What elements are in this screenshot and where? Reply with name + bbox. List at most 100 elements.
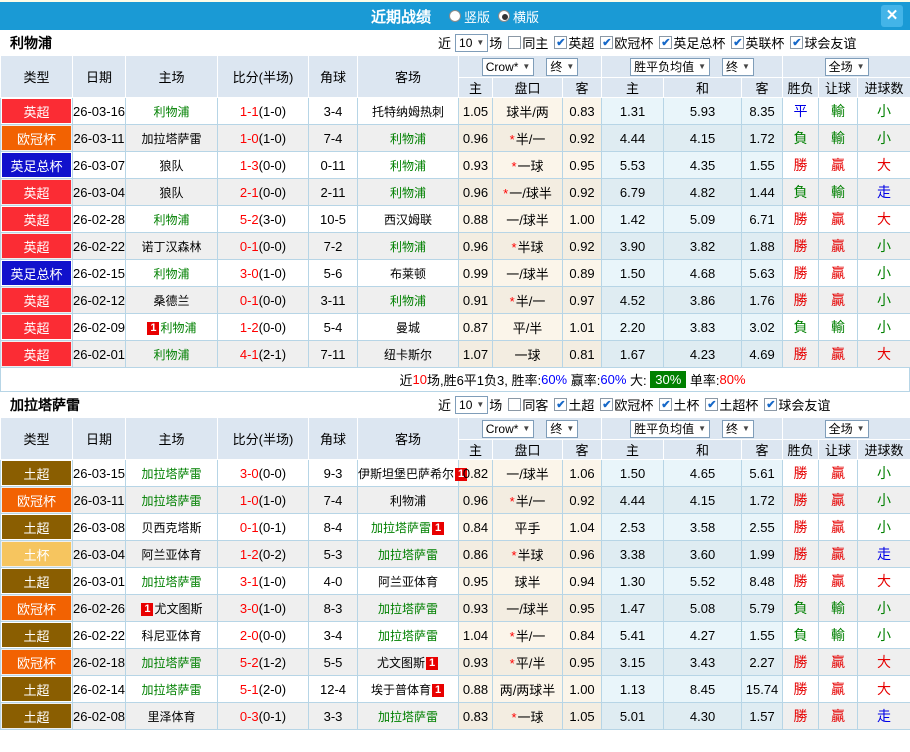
date-cell: 26-02-09	[73, 314, 126, 341]
euro-draw-odds-cell: 4.68	[664, 260, 742, 287]
fulltime-score: 3-0	[240, 266, 259, 281]
crown-away-odds-cell: 0.92	[563, 125, 602, 152]
same-venue-checkbox[interactable]	[508, 36, 521, 49]
winlose-result-cell: 負	[783, 125, 819, 152]
league-checkbox[interactable]	[659, 36, 672, 49]
handicap-result-cell: 贏	[819, 568, 858, 595]
euro-away-odds-cell: 1.55	[742, 152, 783, 179]
match-row: 欧冠杯26-03-11加拉塔萨雷1-0(1-0)7-4利物浦0.96*半/一0.…	[1, 125, 910, 152]
home-team-cell: 利物浦	[126, 260, 218, 287]
euro-away-odds-cell: 1.72	[742, 125, 783, 152]
winlose-result-cell: 勝	[783, 233, 819, 260]
home-team-cell: 利物浦	[126, 341, 218, 368]
col-home: 主场	[126, 56, 218, 98]
crown-home-odds-cell: 0.93	[459, 595, 493, 622]
fulltime-score: 0-1	[240, 239, 259, 254]
league-cell: 英足总杯	[1, 152, 73, 179]
odds-company-select[interactable]: Crow*▼	[482, 58, 535, 76]
handicap-result-cell: 贏	[819, 206, 858, 233]
euro-home-odds-cell: 3.38	[602, 541, 664, 568]
match-count-select[interactable]: 10▼	[455, 34, 488, 52]
handicap-cell: 一/球半	[493, 206, 563, 233]
goals-result-cell: 大	[858, 206, 910, 233]
corner-cell: 7-11	[309, 341, 358, 368]
fulltime-select[interactable]: 全场▼	[825, 420, 869, 438]
col-goals: 进球数	[858, 440, 910, 460]
handicap-cell: 平手	[493, 514, 563, 541]
same-venue-checkbox[interactable]	[508, 398, 521, 411]
euro-home-odds-cell: 6.79	[602, 179, 664, 206]
handicap-result-cell: 贏	[819, 514, 858, 541]
team-label: 桑德兰	[153, 294, 189, 308]
fulltime-select[interactable]: 全场▼	[825, 58, 869, 76]
goals-result-cell: 小	[858, 287, 910, 314]
league-checkbox[interactable]	[554, 36, 567, 49]
league-label: 球会友谊	[804, 33, 856, 52]
corner-cell: 8-3	[309, 595, 358, 622]
match-row: 英超26-02-28利物浦5-2(3-0)10-5西汉姆联0.88一/球半1.0…	[1, 206, 910, 233]
odds-final-select[interactable]: 终▼	[546, 58, 578, 76]
team-name: 利物浦	[10, 33, 52, 53]
euro-home-odds-cell: 3.15	[602, 649, 664, 676]
vertical-layout-radio[interactable]	[449, 10, 461, 22]
league-checkbox[interactable]	[764, 398, 777, 411]
match-row: 土超26-03-15加拉塔萨雷3-0(0-0)9-3伊斯坦堡巴萨希尔10.82一…	[1, 460, 910, 487]
away-team-cell: 利物浦	[358, 125, 459, 152]
recent-matches-table: 类型 日期 主场 比分(半场) 角球 客场 Crow*▼ 终▼ 胜平负均值▼ 终…	[0, 55, 910, 368]
corner-cell: 3-4	[309, 98, 358, 125]
league-checkbox[interactable]	[790, 36, 803, 49]
euro-draw-odds-cell: 4.30	[664, 703, 742, 730]
halftime-score: (1-0)	[259, 266, 286, 281]
league-checkbox[interactable]	[600, 398, 613, 411]
euro-final-select[interactable]: 终▼	[722, 58, 754, 76]
euro-home-odds-cell: 2.20	[602, 314, 664, 341]
league-checkbox[interactable]	[554, 398, 567, 411]
match-count-select[interactable]: 10▼	[455, 396, 488, 414]
euro-away-odds-cell: 8.35	[742, 98, 783, 125]
handicap-cell: *一/球半	[493, 179, 563, 206]
league-checkbox[interactable]	[600, 36, 613, 49]
league-cell: 土杯	[1, 541, 73, 568]
winlose-result-cell: 勝	[783, 287, 819, 314]
euro-draw-odds-cell: 5.52	[664, 568, 742, 595]
handicap-cell: *半/一	[493, 125, 563, 152]
chevron-down-icon: ▼	[522, 424, 530, 433]
league-checkbox[interactable]	[659, 398, 672, 411]
asterisk-icon: *	[511, 548, 516, 563]
crown-home-odds-cell: 0.99	[459, 260, 493, 287]
away-team-cell: 埃于普体育1	[358, 676, 459, 703]
date-cell: 26-02-01	[73, 341, 126, 368]
league-checkbox[interactable]	[705, 398, 718, 411]
date-cell: 26-03-11	[73, 487, 126, 514]
euro-away-odds-cell: 1.76	[742, 287, 783, 314]
league-checkbox[interactable]	[731, 36, 744, 49]
odds-final-select[interactable]: 终▼	[546, 420, 578, 438]
euro-odds-select[interactable]: 胜平负均值▼	[630, 420, 710, 438]
goals-result-cell: 小	[858, 233, 910, 260]
goals-result-cell: 走	[858, 703, 910, 730]
euro-odds-select[interactable]: 胜平负均值▼	[630, 58, 710, 76]
euro-home-odds-cell: 1.50	[602, 460, 664, 487]
halftime-score: (0-0)	[259, 239, 286, 254]
score-cell: 2-1(0-0)	[218, 179, 309, 206]
odds-company-select[interactable]: Crow*▼	[482, 420, 535, 438]
euro-draw-odds-cell: 5.08	[664, 595, 742, 622]
league-cell: 欧冠杯	[1, 649, 73, 676]
team-label: 托特纳姆热刺	[372, 105, 444, 119]
league-cell: 土超	[1, 622, 73, 649]
winlose-result-cell: 勝	[783, 460, 819, 487]
horizontal-layout-radio[interactable]	[498, 10, 510, 22]
euro-away-odds-cell: 2.27	[742, 649, 783, 676]
date-cell: 26-03-16	[73, 98, 126, 125]
crown-home-odds-cell: 0.88	[459, 676, 493, 703]
home-team-cell: 利物浦	[126, 206, 218, 233]
crown-away-odds-cell: 1.04	[563, 514, 602, 541]
euro-home-odds-cell: 1.50	[602, 260, 664, 287]
handicap-cell: *半球	[493, 541, 563, 568]
crown-home-odds-cell: 0.88	[459, 206, 493, 233]
close-button[interactable]: ✕	[881, 5, 903, 27]
handicap-cell: 一球	[493, 341, 563, 368]
winlose-result-cell: 平	[783, 98, 819, 125]
euro-final-select[interactable]: 终▼	[722, 420, 754, 438]
date-cell: 26-02-14	[73, 676, 126, 703]
